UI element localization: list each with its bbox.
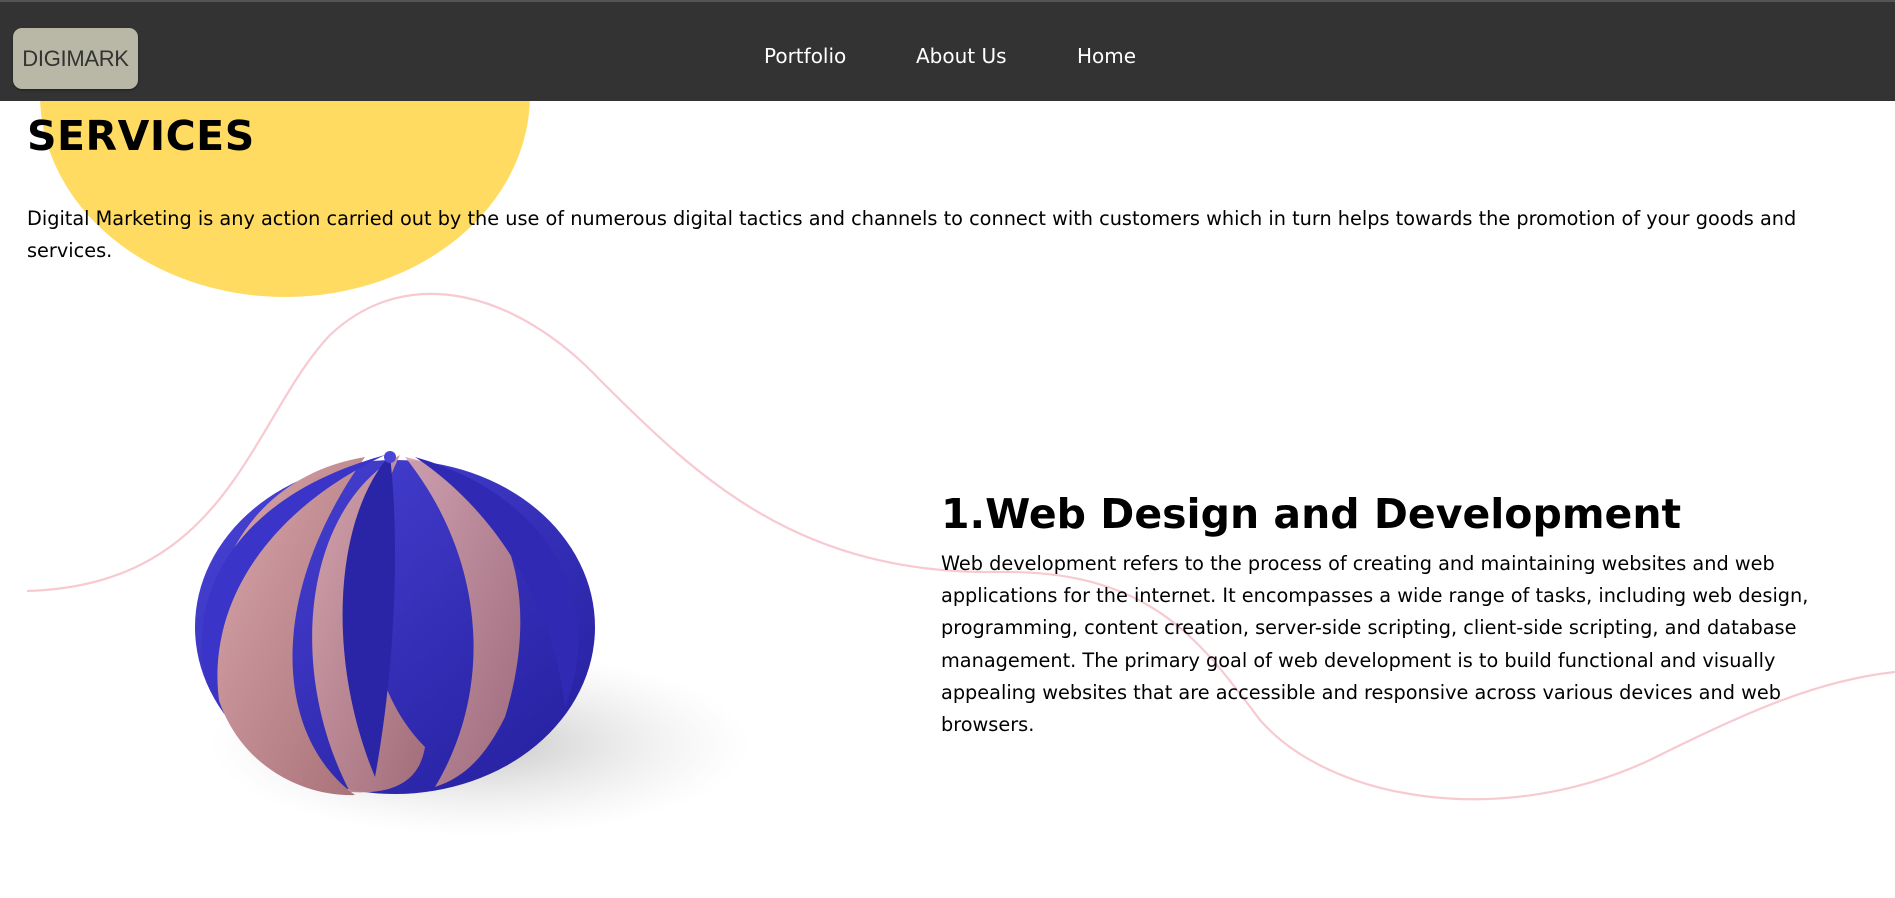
nav-link-about-us[interactable]: About Us	[916, 44, 1007, 68]
service-card-description: Web development refers to the process of…	[941, 552, 1809, 737]
nav-link-portfolio[interactable]: Portfolio	[764, 44, 846, 68]
services-description: Digital Marketing is any action carried …	[27, 207, 1797, 262]
twisted-sphere-image	[150, 382, 778, 892]
service-card-title: 1.Web Design and Development	[941, 490, 1682, 538]
services-heading: SERVICES	[27, 112, 255, 160]
main-nav: Portfolio About Us Home	[0, 2, 1895, 103]
navbar: DIGIMARK Portfolio About Us Home	[0, 0, 1895, 101]
nav-link-home[interactable]: Home	[1077, 44, 1136, 68]
